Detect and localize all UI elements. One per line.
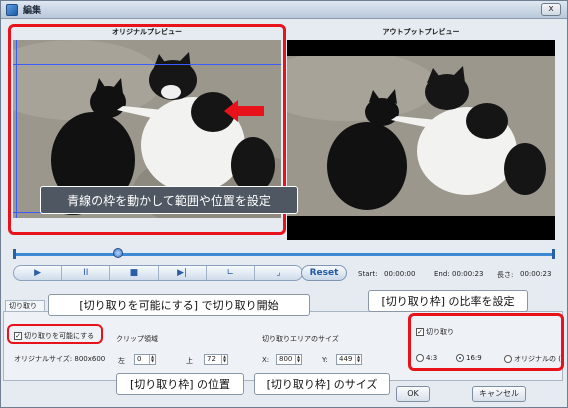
callout-position: [切り取り枠] の位置 — [116, 373, 244, 395]
timeline-slider[interactable] — [13, 248, 555, 259]
y-input[interactable]: 449 ▲ ▼ — [336, 354, 362, 365]
callout-size: [切り取り枠] のサイズ — [254, 373, 390, 395]
radio-selected-icon — [456, 354, 464, 362]
reset-button[interactable]: Reset — [301, 265, 347, 281]
length-label: 長さ: — [497, 271, 514, 279]
ratio-original-radio[interactable]: オリジナルの ( — [504, 354, 561, 364]
spinner-icon[interactable]: ▲ ▼ — [221, 355, 227, 364]
crop-checkbox[interactable]: ✓ 切り取り — [416, 327, 454, 337]
callout-move-frame: 青線の枠を動かして範囲や位置を設定 — [40, 186, 298, 214]
title-bar: 編集 x — [1, 1, 567, 19]
spinner-icon[interactable]: ▲ ▼ — [149, 355, 155, 364]
original-size-label: オリジナルサイズ: 800x600 — [14, 355, 106, 363]
highlight-enable-crop — [7, 324, 103, 344]
playback-controls: ▶ II ■ ▶| ∟ ⌟ — [13, 265, 303, 281]
crop-size-label: 切り取りエリアのサイズ — [262, 335, 339, 343]
timeline-end-marker[interactable] — [552, 249, 555, 259]
timeline-track — [13, 253, 555, 256]
ratio-4-3-radio[interactable]: 4:3 — [416, 354, 437, 362]
output-preview — [287, 40, 555, 240]
left-input[interactable]: 0 ▲ ▼ — [134, 354, 156, 365]
callout-enable-start: [切り取りを可能にする] で切り取り開始 — [48, 294, 310, 316]
end-value: 00:00:23 — [452, 270, 484, 278]
top-label: 上 — [186, 357, 193, 365]
close-button[interactable]: x — [541, 3, 561, 16]
ok-button[interactable]: OK — [396, 386, 430, 402]
top-input[interactable]: 72 ▲ ▼ — [204, 354, 228, 365]
cancel-button[interactable]: キャンセル — [472, 386, 526, 402]
output-preview-label: アウトプットプレビュー — [382, 28, 460, 36]
timeline-thumb[interactable] — [113, 248, 123, 258]
window-title: 編集 — [23, 6, 42, 16]
length-value: 00:00:23 — [520, 270, 552, 278]
output-cats-image — [287, 56, 555, 216]
callout-ratio: [切り取り枠] の比率を設定 — [368, 290, 528, 312]
start-label: Start: — [358, 270, 378, 278]
mark-out-button[interactable]: ⌟ — [255, 266, 302, 280]
spinner-icon[interactable]: ▲ ▼ — [295, 355, 301, 364]
end-label: End: — [434, 270, 450, 278]
timeline-start-marker[interactable] — [13, 249, 16, 259]
next-frame-button[interactable]: ▶| — [159, 266, 207, 280]
stop-button[interactable]: ■ — [110, 266, 159, 280]
radio-icon — [416, 354, 424, 362]
crop-area-label: クリップ領域 — [116, 335, 158, 343]
checkmark-icon: ✓ — [416, 328, 424, 336]
left-label: 左 — [118, 357, 125, 365]
x-label: X: — [262, 356, 270, 364]
pause-button[interactable]: II — [62, 266, 111, 280]
x-input[interactable]: 800 ▲ ▼ — [276, 354, 302, 365]
play-button[interactable]: ▶ — [14, 266, 63, 280]
spinner-icon[interactable]: ▲ ▼ — [355, 355, 361, 364]
ratio-16-9-radio[interactable]: 16:9 — [456, 354, 482, 362]
y-label: Y: — [322, 356, 328, 364]
app-icon — [6, 3, 18, 16]
mark-in-button[interactable]: ∟ — [207, 266, 255, 280]
radio-icon — [504, 355, 512, 363]
start-value: 00:00:00 — [384, 270, 416, 278]
